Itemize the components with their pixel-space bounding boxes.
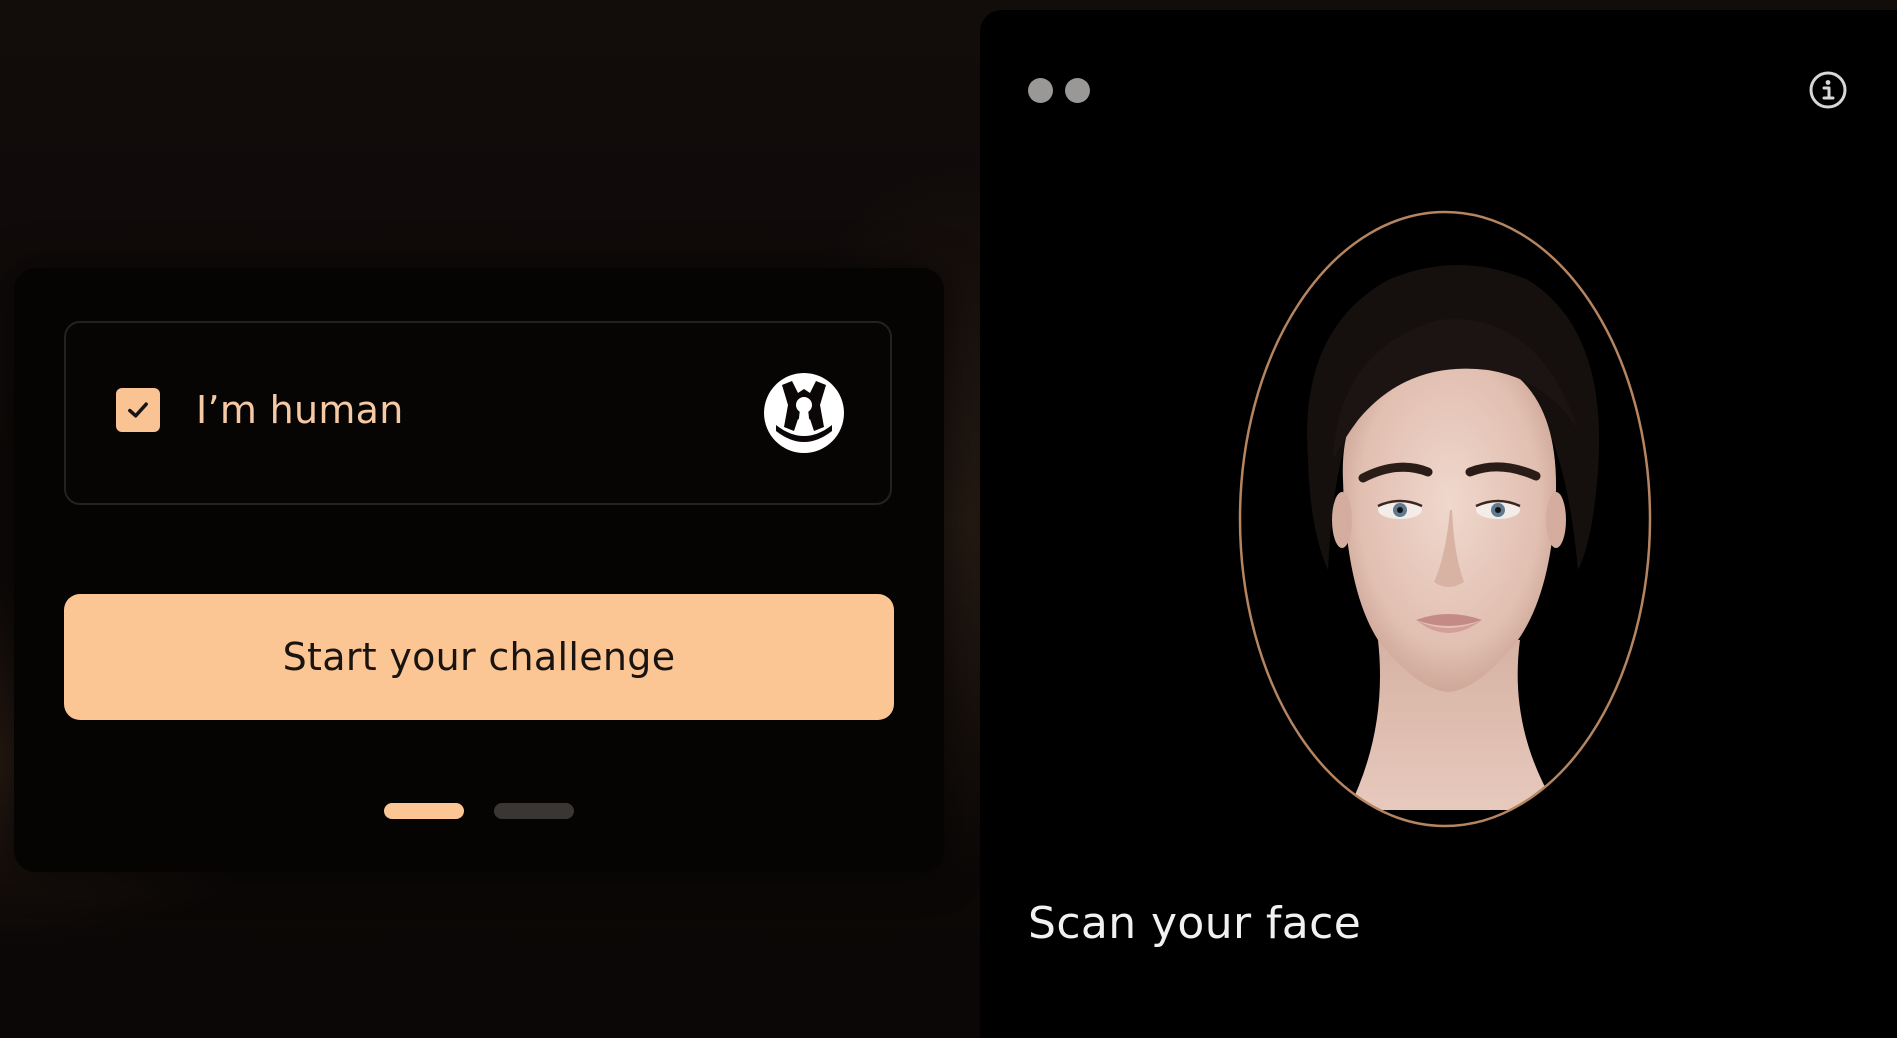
- dot: [1028, 78, 1053, 103]
- check-icon: [128, 402, 148, 418]
- face-scan-panel: Scan your face: [980, 10, 1897, 1038]
- verification-card: I’m human Start your challenge: [14, 268, 944, 872]
- human-check-panel: I’m human: [64, 321, 892, 505]
- pager-step-1[interactable]: [384, 803, 464, 819]
- brand-keyhole-shield-icon: [764, 373, 844, 453]
- face-preview: [1238, 210, 1652, 828]
- two-dots-icon: [1028, 78, 1090, 103]
- scan-face-caption: Scan your face: [1028, 898, 1362, 949]
- info-icon[interactable]: [1808, 70, 1848, 110]
- app-stage: I’m human Start your challenge Scan your…: [0, 0, 1897, 1038]
- step-pager: [384, 803, 574, 819]
- face-preview-image: [1238, 210, 1652, 828]
- start-challenge-button[interactable]: Start your challenge: [64, 594, 894, 720]
- human-checkbox-label: I’m human: [196, 388, 404, 432]
- pager-step-2[interactable]: [494, 803, 574, 819]
- human-checkbox[interactable]: [116, 388, 160, 432]
- dot: [1065, 78, 1090, 103]
